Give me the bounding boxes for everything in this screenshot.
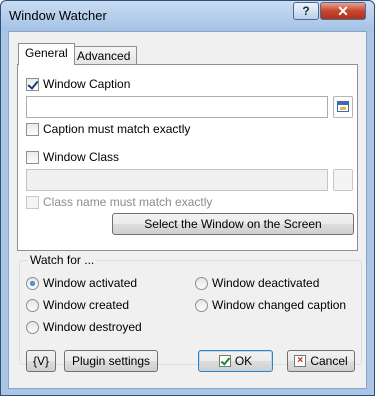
radio-button[interactable] — [26, 298, 39, 312]
class-exact-label: Class name must match exactly — [43, 195, 213, 209]
general-tab-panel: Window Caption Caption must match exactl… — [17, 64, 358, 251]
caption-exact-checkbox[interactable]: Caption must match exactly — [26, 122, 190, 136]
radio-label: Window activated — [43, 276, 138, 290]
watch-for-label: Watch for ... — [28, 253, 97, 267]
radio-window-activated[interactable]: Window activated — [26, 276, 137, 290]
check-icon — [218, 355, 231, 367]
radio-button[interactable] — [26, 320, 39, 334]
ok-button[interactable]: OK — [198, 350, 273, 372]
class-exact-checkbox-box[interactable] — [26, 195, 39, 209]
radio-button[interactable] — [195, 276, 208, 290]
caption-picker-button[interactable] — [333, 96, 353, 118]
window-caption-input[interactable] — [26, 96, 328, 118]
plugin-settings-button[interactable]: Plugin settings — [64, 350, 158, 372]
title-bar: Window Watcher ? ✕ — [1, 1, 374, 31]
close-button[interactable]: ✕ — [320, 2, 366, 20]
ok-button-label: OK — [234, 354, 253, 368]
radio-window-changed-caption[interactable]: Window changed caption — [195, 298, 346, 312]
class-picker-button[interactable] — [333, 169, 353, 191]
caption-exact-label: Caption must match exactly — [43, 122, 191, 136]
window-icon — [337, 101, 349, 112]
caption-exact-checkbox-box[interactable] — [26, 122, 39, 136]
window-class-checkbox-box[interactable] — [26, 150, 39, 164]
window-title: Window Watcher — [9, 8, 107, 23]
radio-window-deactivated[interactable]: Window deactivated — [195, 276, 319, 290]
radio-window-destroyed[interactable]: Window destroyed — [26, 320, 142, 334]
select-window-button[interactable]: Select the Window on the Screen — [112, 213, 354, 235]
radio-window-created[interactable]: Window created — [26, 298, 129, 312]
radio-button[interactable] — [195, 298, 208, 312]
tab-general[interactable]: General — [18, 43, 75, 65]
radio-label: Window created — [43, 298, 130, 312]
window-class-checkbox[interactable]: Window Class — [26, 150, 119, 164]
window-caption-label: Window Caption — [43, 77, 131, 91]
window-class-input[interactable] — [26, 169, 328, 191]
window-class-label: Window Class — [43, 150, 120, 164]
class-exact-checkbox[interactable]: Class name must match exactly — [26, 195, 212, 209]
variables-button[interactable]: {V} — [26, 350, 56, 372]
radio-button[interactable] — [26, 276, 39, 290]
radio-label: Window changed caption — [212, 298, 347, 312]
window-caption-checkbox[interactable]: Window Caption — [26, 77, 130, 91]
radio-label: Window deactivated — [212, 276, 320, 290]
dialog-client-area: General Advanced Window Caption Caption … — [8, 31, 367, 389]
cancel-button[interactable]: × Cancel — [287, 350, 355, 372]
help-button[interactable]: ? — [293, 2, 319, 20]
window-watcher-dialog: Window Watcher ? ✕ General Advanced Wind… — [0, 0, 375, 396]
window-caption-checkbox-box[interactable] — [26, 77, 39, 91]
cancel-button-label: Cancel — [310, 354, 348, 368]
close-icon: × — [294, 355, 307, 367]
radio-label: Window destroyed — [43, 320, 142, 334]
tab-advanced[interactable]: Advanced — [70, 46, 138, 66]
